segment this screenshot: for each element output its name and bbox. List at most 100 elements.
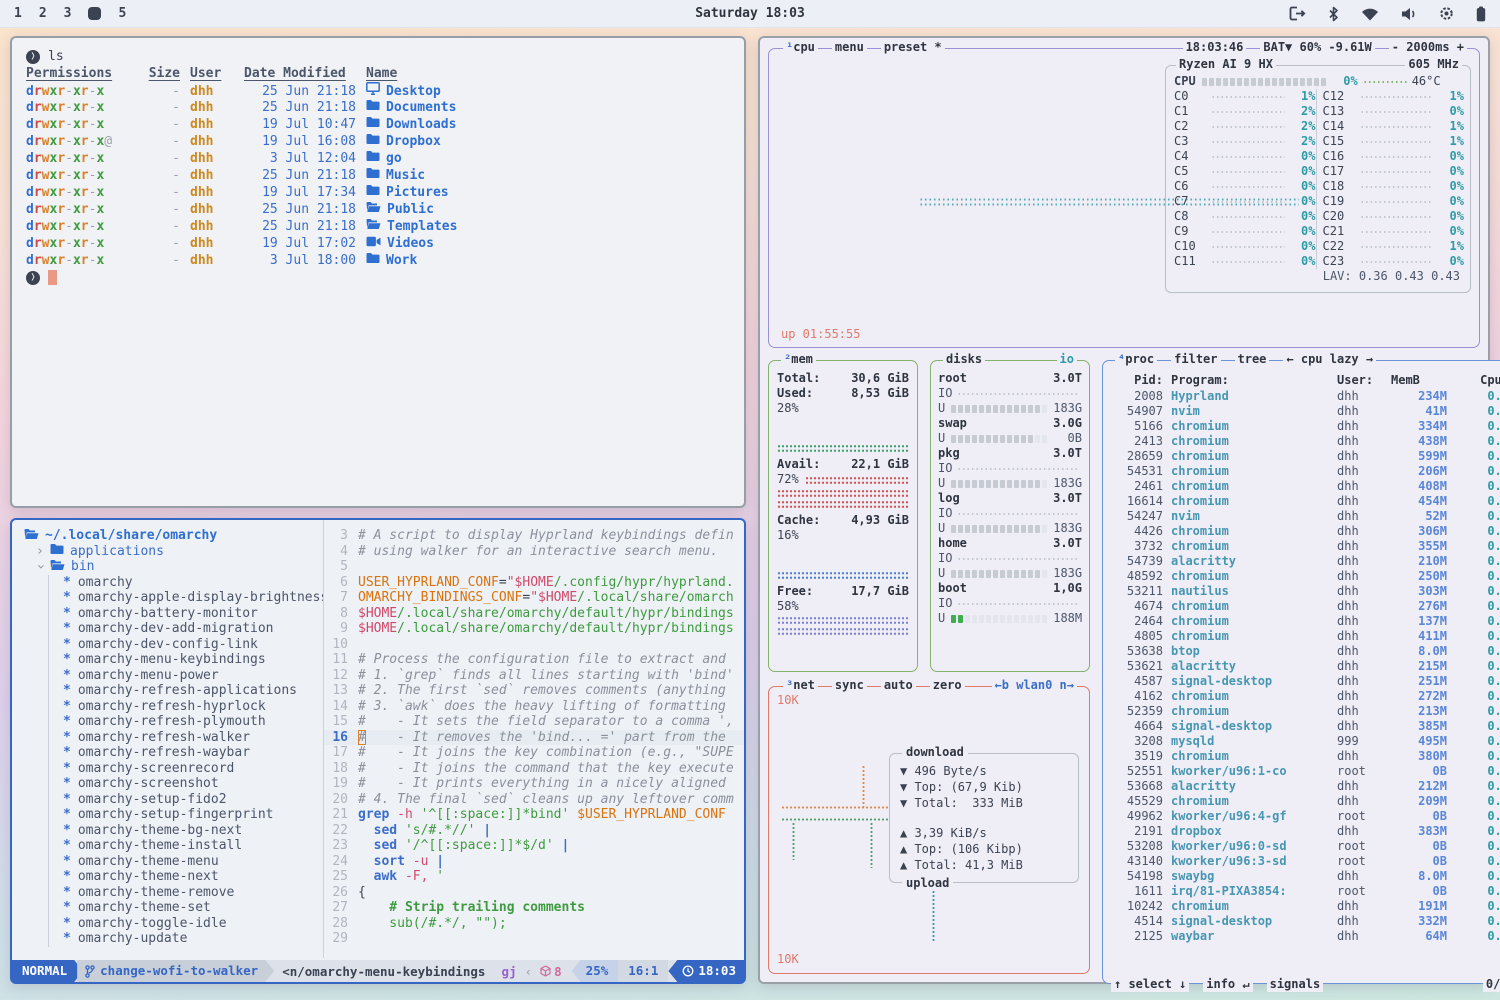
process-row[interactable]: 54907nvim dhh41M 0.0: [1111, 404, 1500, 419]
process-row[interactable]: 54198swaybg dhh8.0M 0.0: [1111, 869, 1500, 884]
process-row[interactable]: 49962kworker/u96:4-gf root0B 0.0: [1111, 809, 1500, 824]
tree-file[interactable]: *omarchy-refresh-applications: [49, 683, 323, 699]
process-row[interactable]: 4587signal-desktop dhh251M 0.0: [1111, 674, 1500, 689]
process-row[interactable]: 53621alacritty dhh215M 0.0: [1111, 659, 1500, 674]
net-interface[interactable]: ←b wlan0 n→: [992, 678, 1077, 693]
tab-sync[interactable]: sync: [832, 678, 867, 693]
refresh-rate[interactable]: - 2000ms +: [1389, 40, 1467, 55]
tree-root[interactable]: ~/.local/share/omarchy: [22, 528, 323, 544]
process-row[interactable]: 53668alacritty dhh212M 0.0: [1111, 779, 1500, 794]
process-row[interactable]: 4514signal-desktop dhh332M 0.0: [1111, 914, 1500, 929]
process-row[interactable]: 3732chromium dhh355M 0.0: [1111, 539, 1500, 554]
tab-cpu[interactable]: ¹cpu: [783, 40, 818, 55]
tree-file[interactable]: *omarchy-refresh-hyprlock: [49, 699, 323, 715]
process-row[interactable]: 2008Hyprland dhh234M 0.0: [1111, 389, 1500, 404]
process-row[interactable]: 28659chromium dhh599M 0.0: [1111, 449, 1500, 464]
process-row[interactable]: 4805chromium dhh411M 0.0: [1111, 629, 1500, 644]
tree-file[interactable]: *omarchy-dev-config-link: [49, 637, 323, 653]
tab-disks[interactable]: disks: [943, 352, 985, 367]
process-row[interactable]: 2464chromium dhh137M 0.0: [1111, 614, 1500, 629]
terminal-window[interactable]: ❭ ls Permissions Size User Date Modified…: [10, 36, 746, 508]
process-list-header[interactable]: Pid: Program: User: MemB Cpu% ↑: [1111, 373, 1500, 389]
process-row[interactable]: 5166chromium dhh334M 0.0: [1111, 419, 1500, 434]
editor-window[interactable]: ~/.local/share/omarchy ›applications ›bi…: [10, 518, 746, 984]
tab--cpu-lazy-[interactable]: ← cpu lazy →: [1283, 352, 1376, 367]
tree-file[interactable]: *omarchy-apple-display-brightness: [49, 590, 323, 606]
tree-file[interactable]: *omarchy-theme-menu: [49, 854, 323, 870]
tree-dir-bin[interactable]: ›bin: [22, 559, 323, 575]
process-row[interactable]: 1611irq/81-PIXA3854: root0B 0.0: [1111, 884, 1500, 899]
tab-proc[interactable]: ⁴proc: [1115, 352, 1157, 367]
process-row[interactable]: 4674chromium dhh276M 0.0: [1111, 599, 1500, 614]
process-row[interactable]: 53211nautilus dhh303M 0.0: [1111, 584, 1500, 599]
code-editor[interactable]: 3# A script to display Hyprland keybindi…: [324, 520, 744, 958]
process-row[interactable]: 3519chromium dhh380M 0.0: [1111, 749, 1500, 764]
tree-file[interactable]: *omarchy-setup-fingerprint: [49, 807, 323, 823]
battery-icon[interactable]: [1476, 6, 1486, 22]
ls-row: drwxr-xr-x - dhh 25 Jun 21:18 Public: [26, 201, 730, 218]
logout-icon[interactable]: [1289, 6, 1306, 21]
tree-file[interactable]: *omarchy-toggle-idle: [49, 916, 323, 932]
process-row[interactable]: 43140kworker/u96:3-sd root0B 0.0: [1111, 854, 1500, 869]
tree-file[interactable]: *omarchy-screenshot: [49, 776, 323, 792]
process-row[interactable]: 2461chromium dhh408M 0.0: [1111, 479, 1500, 494]
tab-menu[interactable]: menu: [832, 40, 867, 55]
process-row[interactable]: 53638btop dhh8.0M 0.0: [1111, 644, 1500, 659]
process-row[interactable]: 2125waybar dhh64M 0.0: [1111, 929, 1500, 944]
tree-file[interactable]: *omarchy-refresh-walker: [49, 730, 323, 746]
tab-auto[interactable]: auto: [881, 678, 916, 693]
tree-file[interactable]: *omarchy-battery-monitor: [49, 606, 323, 622]
process-row[interactable]: 16614chromium dhh454M 0.0: [1111, 494, 1500, 509]
tab-net[interactable]: ³net: [783, 678, 818, 693]
proc-footer-action[interactable]: info ↵: [1203, 977, 1252, 992]
process-row[interactable]: 4426chromium dhh306M 0.0: [1111, 524, 1500, 539]
tree-file[interactable]: *omarchy-menu-keybindings: [49, 652, 323, 668]
tree-file[interactable]: *omarchy-refresh-waybar: [49, 745, 323, 761]
process-row[interactable]: 2413chromium dhh438M 0.0: [1111, 434, 1500, 449]
tree-file[interactable]: *omarchy: [49, 575, 323, 591]
tab-io[interactable]: io: [1057, 352, 1077, 367]
process-row[interactable]: 45529chromium dhh209M 0.0: [1111, 794, 1500, 809]
prompt-line[interactable]: ❭: [26, 269, 730, 286]
tree-file[interactable]: *omarchy-theme-install: [49, 838, 323, 854]
process-row[interactable]: 2191dropbox dhh383M 0.0: [1111, 824, 1500, 839]
process-row[interactable]: 54531chromium dhh206M 0.0: [1111, 464, 1500, 479]
process-row[interactable]: 10242chromium dhh191M 0.0: [1111, 899, 1500, 914]
tab-zero[interactable]: zero: [930, 678, 965, 693]
tree-dir-applications[interactable]: ›applications: [22, 544, 323, 560]
tree-file[interactable]: *omarchy-theme-remove: [49, 885, 323, 901]
tree-file[interactable]: *omarchy-theme-bg-next: [49, 823, 323, 839]
tree-file[interactable]: *omarchy-dev-add-migration: [49, 621, 323, 637]
process-row[interactable]: 4664signal-desktop dhh385M 0.0: [1111, 719, 1500, 734]
tree-file[interactable]: *omarchy-setup-fido2: [49, 792, 323, 808]
process-row[interactable]: 54247nvim dhh52M 0.0: [1111, 509, 1500, 524]
process-row[interactable]: 52551kworker/u96:1-co root0B 0.0: [1111, 764, 1500, 779]
upload-stat: ▲ 3,39 KiB/s: [900, 826, 1070, 842]
proc-footer-action[interactable]: ↑ select ↓: [1111, 977, 1189, 992]
git-branch[interactable]: change-wofi-to-walker: [77, 960, 274, 982]
process-row[interactable]: 3208mysqld 999495M 0.0: [1111, 734, 1500, 749]
folder-icon: [366, 150, 380, 167]
wifi-icon[interactable]: [1361, 7, 1379, 21]
tree-file[interactable]: *omarchy-theme-next: [49, 869, 323, 885]
process-row[interactable]: 53208kworker/u96:0-sd root0B 0.0: [1111, 839, 1500, 854]
tree-file[interactable]: *omarchy-menu-power: [49, 668, 323, 684]
process-row[interactable]: 54739alacritty dhh210M 0.0: [1111, 554, 1500, 569]
gear-icon[interactable]: [1439, 6, 1454, 21]
bluetooth-icon[interactable]: [1328, 6, 1339, 22]
tree-file[interactable]: *omarchy-refresh-plymouth: [49, 714, 323, 730]
process-row[interactable]: 48592chromium dhh250M 0.0: [1111, 569, 1500, 584]
tab-filter[interactable]: filter: [1171, 352, 1220, 367]
tab-tree[interactable]: tree: [1235, 352, 1270, 367]
tab-preset-[interactable]: preset *: [881, 40, 945, 55]
proc-footer-action[interactable]: signals: [1267, 977, 1324, 992]
file-tree[interactable]: ~/.local/share/omarchy ›applications ›bi…: [12, 520, 324, 958]
tree-file[interactable]: *omarchy-theme-set: [49, 900, 323, 916]
tree-file[interactable]: *omarchy-update: [49, 931, 323, 947]
process-row[interactable]: 4162chromium dhh272M 0.0: [1111, 689, 1500, 704]
system-monitor-window[interactable]: ¹cpumenupreset * 18:03:46 BAT▼ 60% -9.61…: [758, 36, 1490, 984]
process-row[interactable]: 52359chromium dhh213M 0.0: [1111, 704, 1500, 719]
tab-mem[interactable]: ²mem: [781, 352, 816, 367]
tree-file[interactable]: *omarchy-screenrecord: [49, 761, 323, 777]
volume-icon[interactable]: [1401, 7, 1417, 21]
